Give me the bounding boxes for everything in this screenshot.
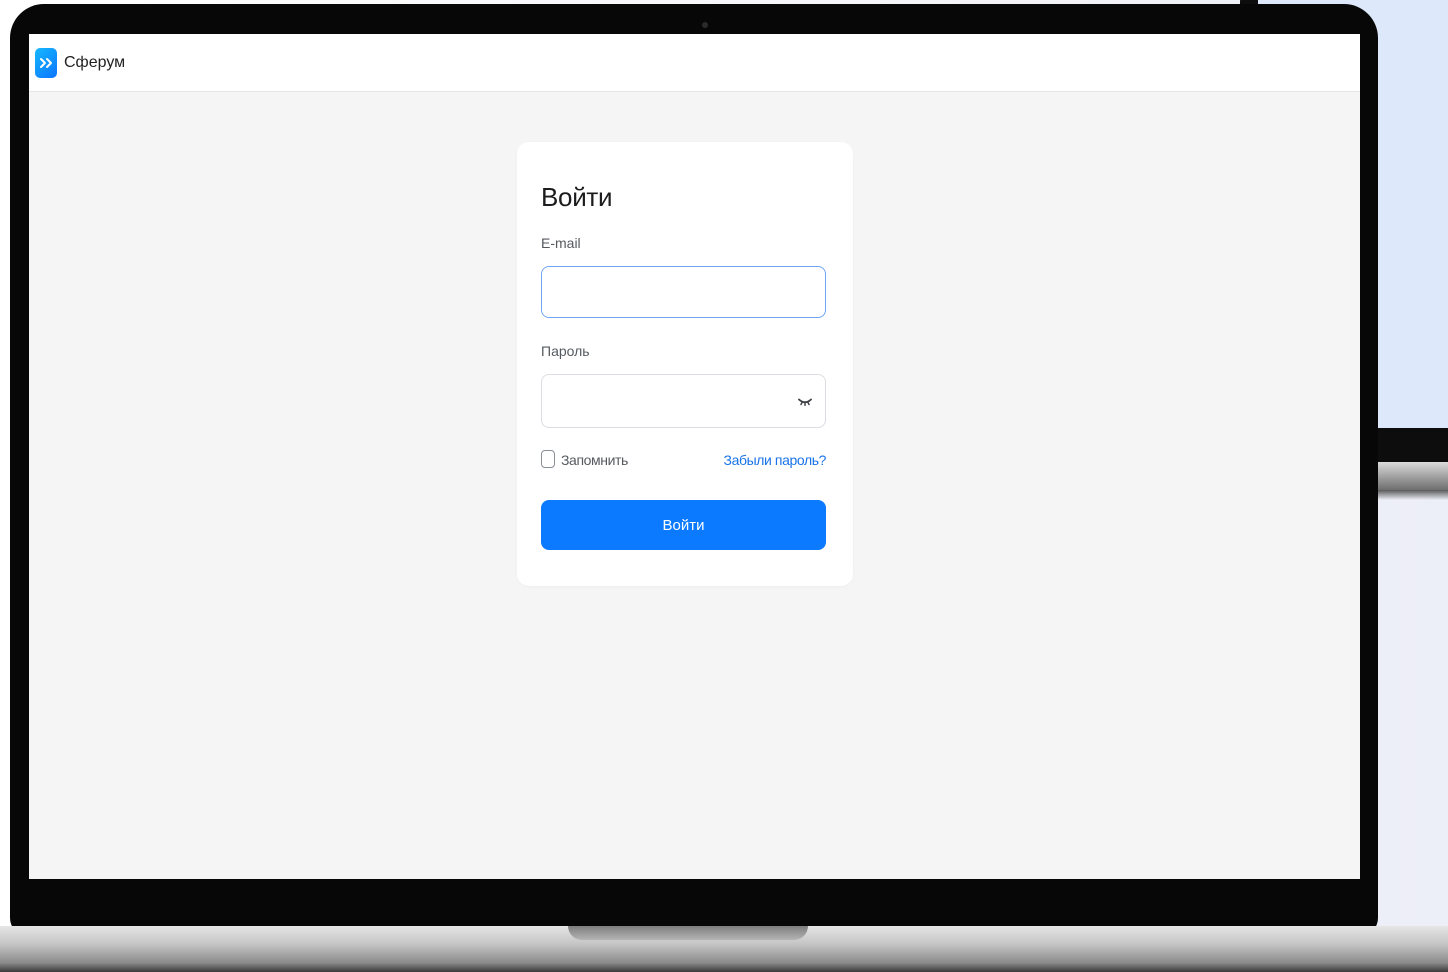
remember-row: Запомнить Забыли пароль? bbox=[541, 448, 826, 472]
forgot-password-link[interactable]: Забыли пароль? bbox=[724, 452, 827, 468]
login-button[interactable]: Войти bbox=[541, 500, 826, 550]
password-input[interactable] bbox=[542, 375, 782, 427]
app-header: Сферум bbox=[29, 34, 1360, 92]
remember-label[interactable]: Запомнить bbox=[561, 452, 628, 468]
password-field bbox=[541, 374, 826, 428]
double-chevron-right-icon[interactable] bbox=[35, 47, 57, 78]
eye-closed-icon[interactable] bbox=[795, 392, 815, 412]
laptop-notch bbox=[568, 926, 808, 940]
password-label: Пароль bbox=[541, 343, 590, 359]
laptop-camera bbox=[702, 22, 708, 28]
email-label: E-mail bbox=[541, 235, 581, 251]
email-input[interactable] bbox=[541, 266, 826, 318]
device-mockup-scene: Сферум Войти E-mail Пароль Запомнить Заб bbox=[0, 0, 1448, 972]
login-card: Войти E-mail Пароль Запомнить Забыли пар… bbox=[517, 142, 853, 586]
login-title: Войти bbox=[541, 182, 613, 212]
brand-name[interactable]: Сферум bbox=[64, 54, 125, 72]
remember-checkbox[interactable] bbox=[541, 450, 555, 468]
laptop-screen: Сферум Войти E-mail Пароль Запомнить Заб bbox=[29, 34, 1360, 879]
